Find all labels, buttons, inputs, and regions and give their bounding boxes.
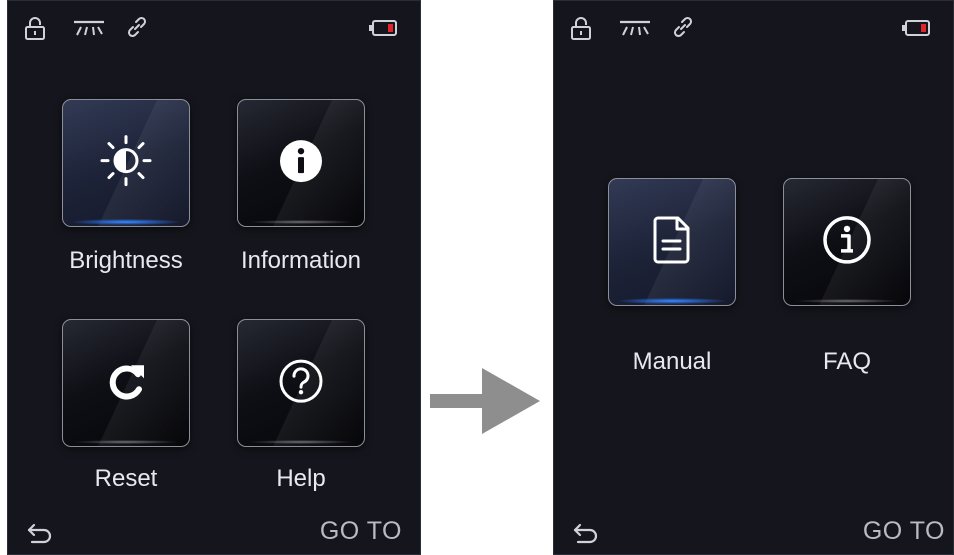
information-tile[interactable] <box>237 99 365 227</box>
info-icon <box>280 140 322 183</box>
brightness-icon <box>100 135 152 187</box>
goto-button[interactable]: GO TO <box>320 517 402 546</box>
brightness-tile[interactable] <box>62 99 190 227</box>
faq-info-icon <box>823 216 871 264</box>
faq-label: FAQ <box>822 348 871 375</box>
document-icon <box>653 216 690 264</box>
link-icon <box>127 16 147 38</box>
status-bar <box>554 1 953 45</box>
status-bar <box>8 1 420 45</box>
faq-tile[interactable] <box>783 178 911 306</box>
lock-icon <box>25 17 45 40</box>
goto-button[interactable]: GO TO <box>863 517 945 546</box>
brightness-status-icon <box>74 20 104 36</box>
help-icon <box>279 359 323 403</box>
lock-icon <box>571 17 591 40</box>
battery-icon <box>902 20 930 36</box>
menu-screen-help: Manual FAQ GO TO <box>553 0 954 555</box>
brightness-status-icon <box>620 20 650 36</box>
back-icon[interactable] <box>572 521 602 545</box>
help-tile[interactable] <box>237 319 365 447</box>
menu-screen-main: Brightness Information Reset Help GO TO <box>7 0 421 555</box>
manual-label: Manual <box>632 348 712 375</box>
link-icon <box>673 16 693 38</box>
arrow-right-icon <box>430 368 540 434</box>
information-label: Information <box>240 247 362 274</box>
back-icon[interactable] <box>26 521 56 545</box>
reset-label: Reset <box>94 465 158 492</box>
manual-tile[interactable] <box>608 178 736 306</box>
reset-icon <box>109 365 144 400</box>
brightness-label: Brightness <box>69 247 183 274</box>
battery-icon <box>369 20 397 36</box>
reset-tile[interactable] <box>62 319 190 447</box>
help-label: Help <box>276 465 326 492</box>
